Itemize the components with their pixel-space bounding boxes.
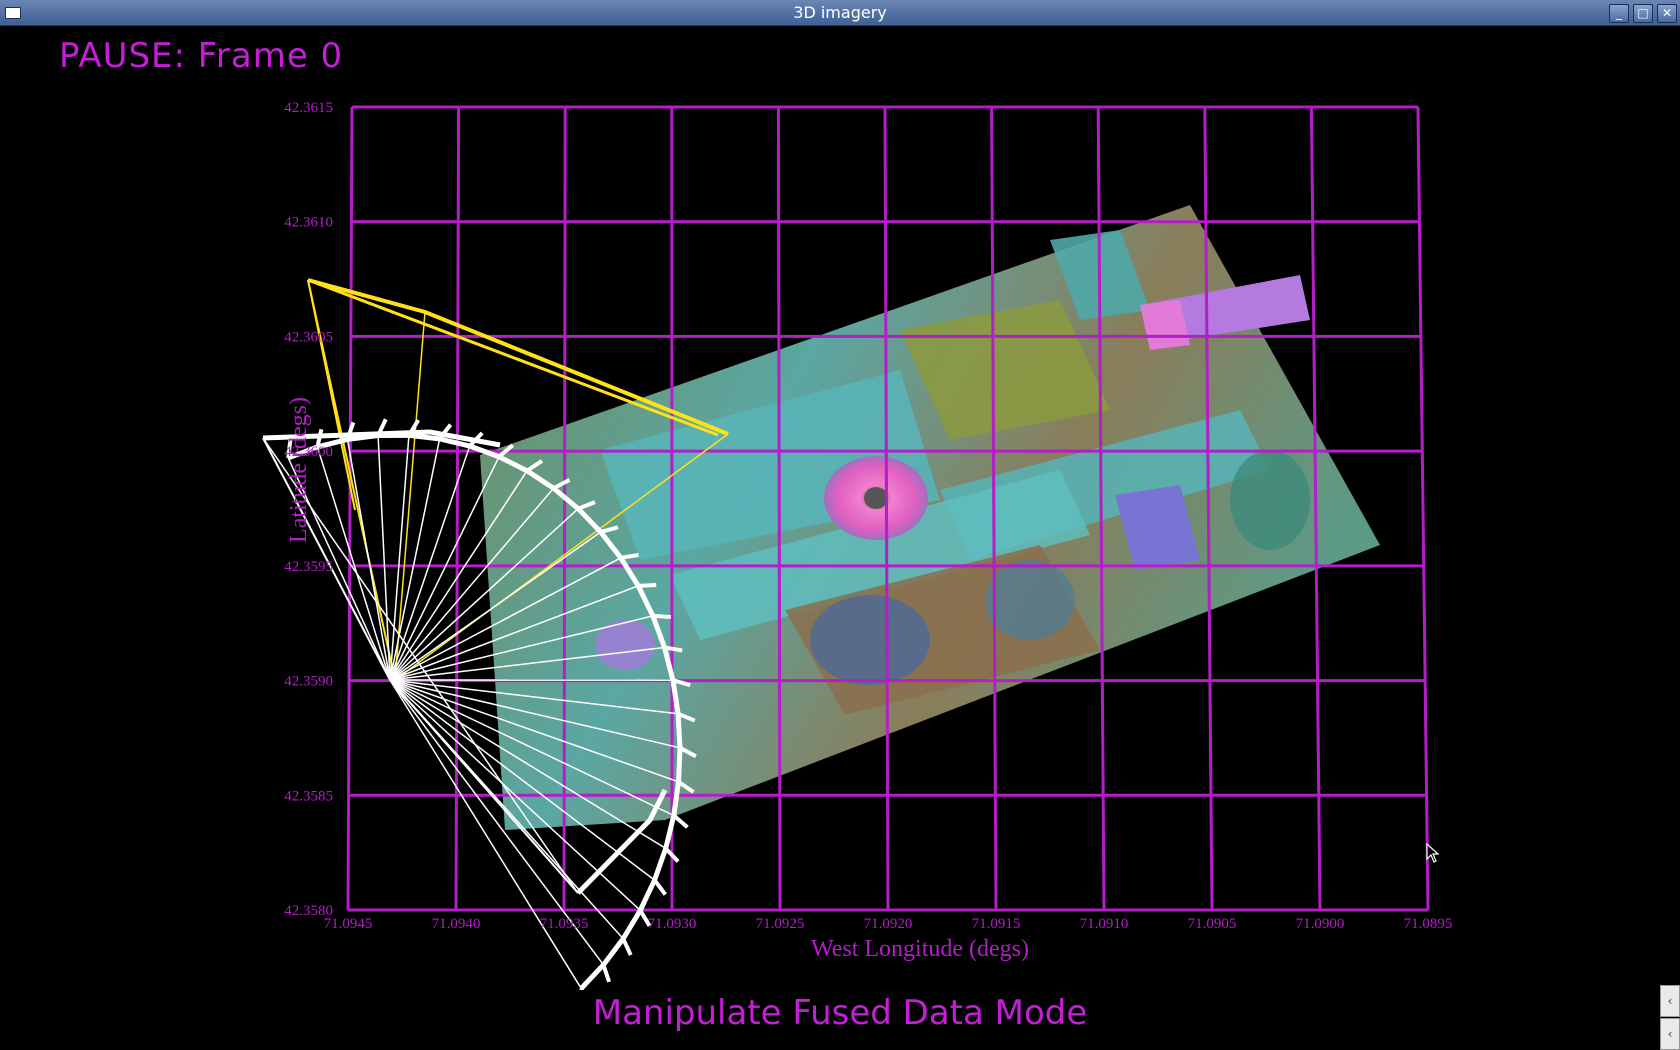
frustum-arc (621, 909, 643, 940)
y-tick-label: 42.3595 (284, 559, 333, 575)
x-tick-label: 71.0925 (756, 916, 805, 932)
scroll-left-icon[interactable]: ‹ (1660, 1018, 1680, 1050)
x-tick-label: 71.0935 (540, 916, 589, 932)
frustum-ray (389, 438, 441, 681)
y-tick-label: 42.3615 (284, 100, 333, 116)
frustum-arc (601, 937, 626, 967)
frustum-arc (638, 879, 657, 912)
y-axis-label: Latitude (degs) (286, 397, 312, 543)
tree-cluster (810, 595, 930, 685)
grid-line-vertical (776, 106, 782, 911)
grid-line-vertical (1416, 106, 1430, 911)
grid-line-vertical (562, 106, 567, 911)
y-tick-label: 42.3605 (284, 329, 333, 345)
frustum-ray (389, 435, 410, 681)
x-tick-label: 71.0940 (432, 916, 481, 932)
frustum-arc (676, 747, 683, 782)
grid-line-vertical (883, 106, 890, 911)
x-tick-label: 71.0900 (1296, 916, 1345, 932)
x-tick-label: 71.0895 (1404, 916, 1453, 932)
x-tick-label: 71.0920 (864, 916, 913, 932)
x-axis-ticks: 71.0945 71.0940 71.0935 71.0930 71.0925 71.09… (324, 916, 1453, 932)
close-icon[interactable]: ✕ (1657, 4, 1677, 23)
x-tick-label: 71.0930 (648, 916, 697, 932)
tree-cluster (1230, 450, 1310, 550)
y-tick-label: 42.3580 (284, 903, 333, 919)
x-tick-label: 71.0905 (1188, 916, 1237, 932)
mode-label: Manipulate Fused Data Mode (592, 993, 1088, 1033)
dome-oculus (864, 487, 888, 509)
frustum-arc (652, 847, 669, 881)
tree-cluster (985, 560, 1075, 640)
x-tick-label: 71.0915 (972, 916, 1021, 932)
scroll-left-icon[interactable]: ‹ (1660, 985, 1680, 1017)
minimize-icon[interactable]: _ (1609, 4, 1629, 23)
window-title: 3D imagery (793, 3, 887, 22)
window-titlebar[interactable]: 3D imagery _ □ ✕ (0, 0, 1680, 26)
grid-line-vertical (346, 106, 354, 911)
y-tick-label: 42.3585 (284, 788, 333, 804)
window-menu-icon[interactable] (5, 7, 21, 19)
y-tick-label: 42.3610 (284, 215, 333, 231)
mouse-pointer-icon (1426, 843, 1440, 863)
frustum-arc (675, 713, 683, 748)
frustum-ray (389, 456, 500, 681)
maximize-icon[interactable]: □ (1633, 4, 1653, 23)
frustum-arc (579, 963, 606, 990)
x-axis-label: West Longitude (degs) (811, 936, 1029, 962)
frustum-arc (408, 432, 440, 442)
x-tick-label: 71.0910 (1080, 916, 1129, 932)
y-tick-label: 42.3590 (284, 674, 333, 690)
